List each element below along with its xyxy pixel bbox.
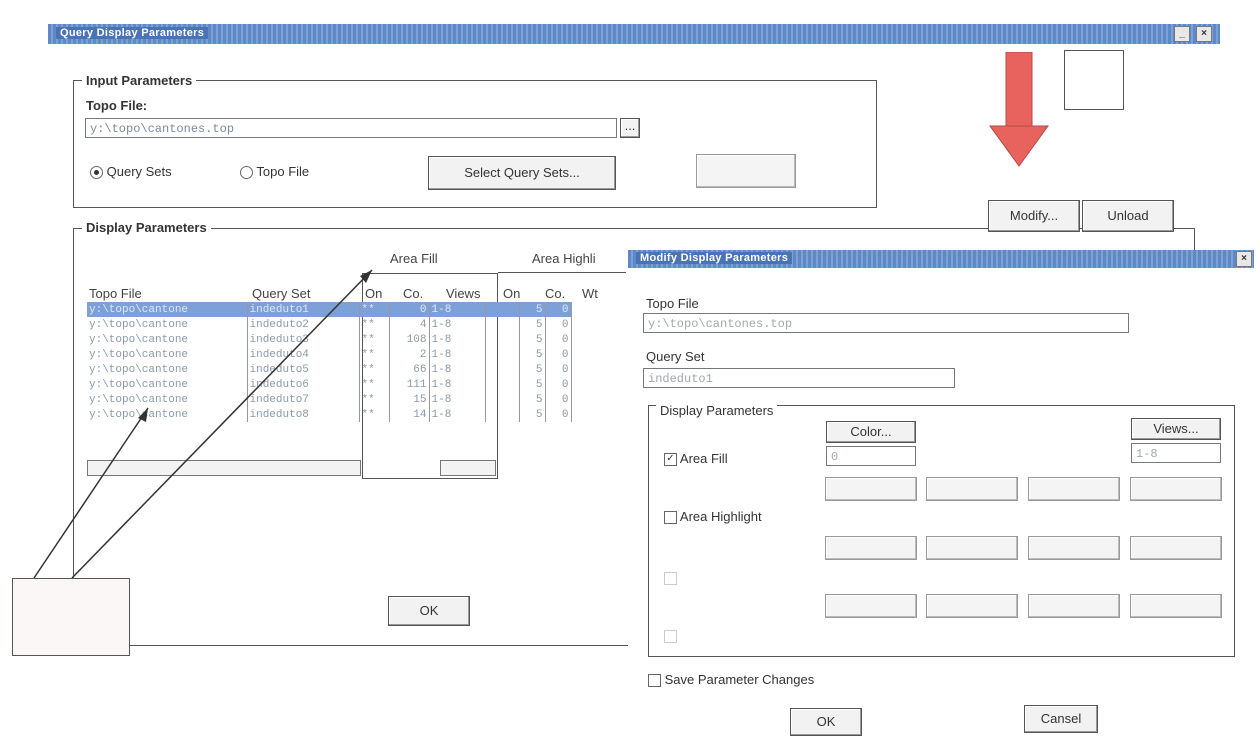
modify-dialog-title: Modify Display Parameters: [636, 252, 793, 264]
area-highlight-checkbox[interactable]: Area Highlight: [664, 509, 762, 525]
highlight-option-button-3: [1028, 536, 1120, 560]
disabled-button: [696, 154, 796, 188]
save-parameter-changes-label: Save Parameter Changes: [664, 672, 815, 687]
annotation-lines: [33, 269, 373, 579]
color-button[interactable]: Color...: [826, 421, 916, 443]
preview-box: [1064, 50, 1124, 110]
dialog-query-set-label: Query Set: [646, 349, 705, 364]
fill-option-button-1: [825, 477, 917, 501]
dialog-topo-file-field: y:\topo\cantones.top: [643, 313, 1129, 333]
area-fill-views-input[interactable]: 1-8: [1131, 443, 1221, 463]
area-highlight-check[interactable]: [664, 511, 677, 525]
dialog-query-set-field: indeduto1: [643, 368, 955, 388]
disabled-check-4: [664, 630, 677, 644]
down-arrow-icon: [989, 52, 1049, 167]
area-fill-color-input[interactable]: 0: [826, 446, 916, 466]
close-button[interactable]: ×: [1196, 26, 1212, 42]
unload-button[interactable]: Unload: [1082, 200, 1174, 232]
save-parameter-changes-check[interactable]: [648, 674, 661, 688]
modify-dialog-close-button[interactable]: ×: [1236, 251, 1252, 267]
modify-button[interactable]: Modify...: [988, 200, 1080, 232]
area-highlight-label: Area Highlight: [679, 509, 762, 524]
main-ok-button[interactable]: OK: [388, 596, 470, 626]
option-button-3-3: [1028, 594, 1120, 618]
fill-option-button-2: [926, 477, 1018, 501]
disabled-option-row-3: [664, 572, 724, 585]
views-button[interactable]: Views...: [1131, 418, 1221, 440]
highlight-option-button-4: [1130, 536, 1222, 560]
fill-option-button-4: [1130, 477, 1222, 501]
annotation-box: [12, 578, 130, 656]
disabled-option-row-4: [664, 628, 677, 644]
disabled-check-3: [664, 572, 677, 585]
save-parameter-changes-checkbox[interactable]: Save Parameter Changes: [648, 672, 815, 688]
area-fill-checkbox[interactable]: ✓ Area Fill: [664, 451, 728, 467]
highlight-option-button-2: [926, 536, 1018, 560]
minimize-button[interactable]: _: [1174, 26, 1190, 42]
dialog-ok-button[interactable]: OK: [790, 708, 862, 736]
modify-dialog-titlebar: Modify Display Parameters ×: [628, 250, 1254, 268]
option-button-3-1: [825, 594, 917, 618]
option-button-3-2: [926, 594, 1018, 618]
dialog-display-parameters-label: Display Parameters: [656, 403, 778, 418]
highlight-option-button-1: [825, 536, 917, 560]
area-fill-label: Area Fill: [679, 451, 728, 466]
dialog-topo-file-label: Topo File: [646, 296, 699, 311]
dialog-cancel-button[interactable]: Cansel: [1024, 705, 1098, 733]
option-button-3-4: [1130, 594, 1222, 618]
fill-option-button-3: [1028, 477, 1120, 501]
area-fill-check[interactable]: ✓: [664, 453, 677, 467]
